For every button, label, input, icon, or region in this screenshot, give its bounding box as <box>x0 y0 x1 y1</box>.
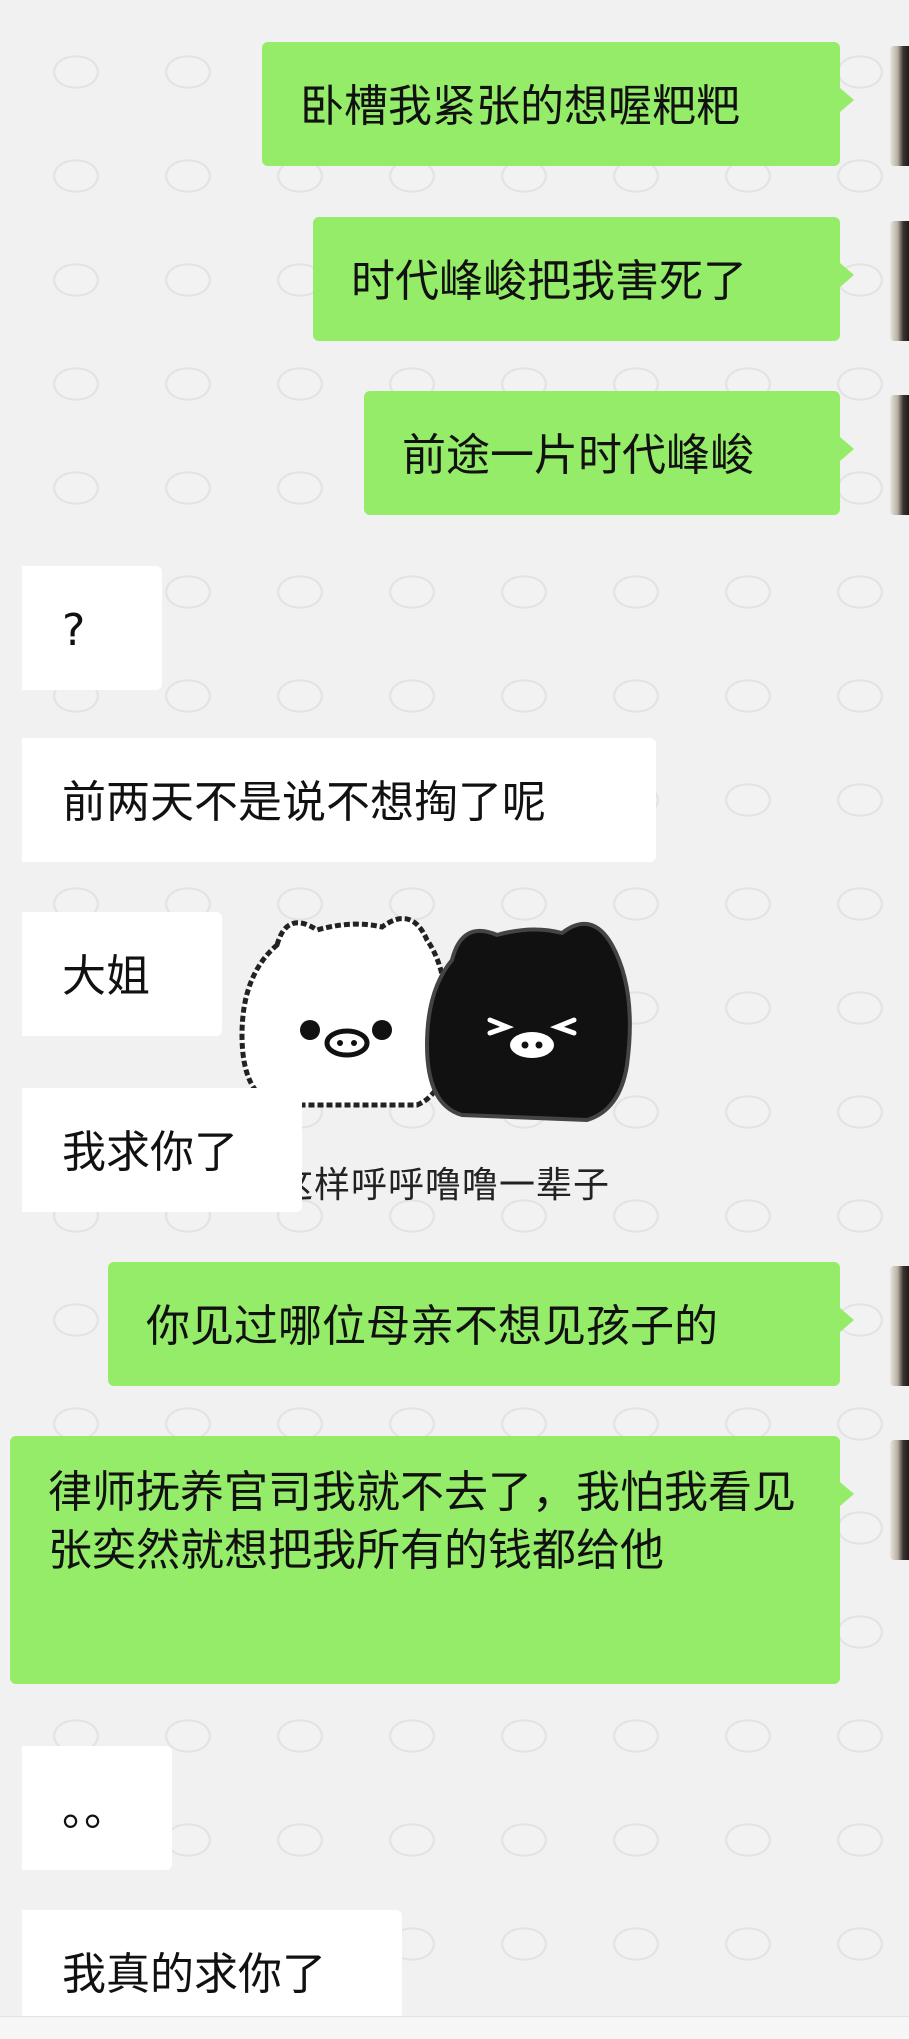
message-bubble[interactable]: 你见过哪位母亲不想见孩子的 <box>108 1262 854 1386</box>
message-bubble[interactable]: 前两天不是说不想掏了呢 <box>22 738 656 862</box>
chat-message-list[interactable]: 卧槽我紧张的想喔粑粑 时代峰峻把我害死了 前途一片时代峰峻 ? 前两天不是说不想… <box>0 0 909 2039</box>
message-bubble[interactable]: 大姐 <box>22 912 222 1036</box>
message-text: 。。 <box>62 1785 128 1836</box>
message-text: ? <box>62 605 86 656</box>
message-text: 我真的求你了 <box>62 1949 326 2000</box>
message-bubble[interactable]: 律师抚养官司我就不去了，我怕我看见张奕然就想把我所有的钱都给他 <box>10 1436 854 1684</box>
message-text: 时代峰峻把我害死了 <box>351 256 747 307</box>
message-text: 律师抚养官司我就不去了，我怕我看见张奕然就想把我所有的钱都给他 <box>48 1467 796 1576</box>
message-bubble[interactable]: 我求你了 <box>22 1088 302 1212</box>
message-text: 前途一片时代峰峻 <box>402 430 754 481</box>
message-bubble[interactable]: 。。 <box>22 1746 172 1870</box>
avatar[interactable] <box>890 221 909 341</box>
message-text: 大姐 <box>62 951 150 1002</box>
pig-couple-sticker[interactable]: 就这样呼呼噜噜一辈子 <box>232 905 762 1215</box>
message-bubble[interactable]: 卧槽我紧张的想喔粑粑 <box>262 42 854 166</box>
avatar[interactable] <box>890 395 909 515</box>
message-text: 卧槽我紧张的想喔粑粑 <box>300 81 740 132</box>
message-text: 我求你了 <box>62 1127 238 1178</box>
message-bubble[interactable]: 前途一片时代峰峻 <box>364 391 854 515</box>
bottom-bar <box>0 2016 909 2039</box>
message-bubble[interactable]: 时代峰峻把我害死了 <box>313 217 854 341</box>
message-text: 前两天不是说不想掏了呢 <box>62 777 546 828</box>
message-text: 你见过哪位母亲不想见孩子的 <box>146 1301 718 1352</box>
pig-couple-icon: 就这样呼呼噜噜一辈子 <box>239 916 632 1206</box>
message-bubble[interactable]: ? <box>22 566 162 690</box>
avatar[interactable] <box>890 1440 909 1560</box>
avatar[interactable] <box>890 46 909 166</box>
avatar[interactable] <box>890 1266 909 1386</box>
